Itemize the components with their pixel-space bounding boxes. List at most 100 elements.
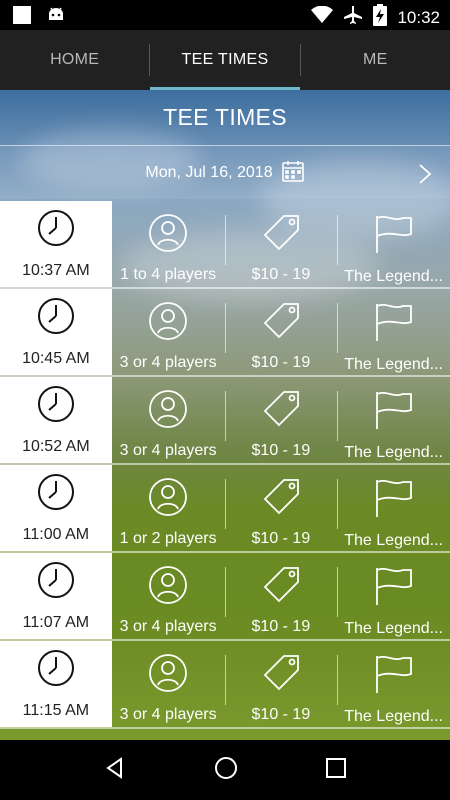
price-tag-icon (260, 653, 302, 698)
tee-times-screen: TEE TIMES Mon, Jul 16, 2018 10:37 AM 1 to… (0, 90, 450, 740)
tee-time-cell[interactable]: 11:07 AM (0, 553, 112, 639)
clock-icon (37, 385, 75, 428)
tab-me[interactable]: ME (301, 30, 450, 90)
price-tag-icon (260, 389, 302, 434)
clock-icon (37, 209, 75, 252)
tee-time-label: 10:37 AM (22, 261, 90, 279)
course-label: The Legend... (344, 444, 443, 461)
person-icon (148, 389, 188, 434)
selected-date[interactable]: Mon, Jul 16, 2018 (145, 164, 272, 182)
battery-charging-icon (373, 4, 388, 31)
price-label: $10 - 19 (251, 706, 311, 723)
flag-icon (373, 301, 415, 348)
course-label: The Legend... (344, 532, 443, 549)
tab-tee-times[interactable]: TEE TIMES (150, 30, 300, 90)
wifi-icon (311, 5, 334, 29)
players-label: 3 or 4 players (119, 618, 217, 635)
tee-time-row[interactable]: 11:07 AM 3 or 4 players $10 - 19 The Legend… (0, 553, 450, 641)
date-selector[interactable]: Mon, Jul 16, 2018 (0, 145, 450, 199)
status-bar: 10:32 (0, 0, 450, 30)
tee-time-cell[interactable]: 10:37 AM (0, 201, 112, 287)
course-cell[interactable]: The Legend... (337, 377, 450, 463)
tee-time-label: 11:00 AM (22, 525, 90, 543)
price-cell[interactable]: $10 - 19 (224, 377, 338, 463)
person-icon (148, 213, 188, 258)
course-cell[interactable]: The Legend... (337, 553, 450, 639)
course-cell[interactable]: The Legend... (337, 641, 450, 727)
flag-icon (373, 653, 415, 700)
person-icon (148, 301, 188, 346)
tab-bar: HOME TEE TIMES ME (0, 30, 450, 90)
course-cell[interactable]: The Legend... (337, 289, 450, 375)
clock-icon (37, 297, 75, 340)
flag-icon (373, 565, 415, 612)
players-cell[interactable]: 3 or 4 players (112, 289, 225, 375)
tee-time-cell[interactable]: 10:45 AM (0, 289, 112, 375)
price-tag-icon (260, 565, 302, 610)
person-icon (148, 653, 188, 698)
recents-icon[interactable] (325, 757, 347, 784)
person-icon (148, 565, 188, 610)
clock-icon (37, 649, 75, 692)
price-cell[interactable]: $10 - 19 (224, 201, 338, 287)
tee-time-cell[interactable]: 11:00 AM (0, 465, 112, 551)
clock-icon (37, 473, 75, 516)
course-label: The Legend... (344, 356, 443, 373)
calendar-icon[interactable] (281, 159, 305, 188)
players-cell[interactable]: 3 or 4 players (112, 377, 225, 463)
price-label: $10 - 19 (251, 354, 311, 371)
chevron-right-icon[interactable] (418, 163, 432, 190)
page-title: TEE TIMES (163, 104, 287, 130)
tee-time-row[interactable]: 10:52 AM 3 or 4 players $10 - 19 The Legend… (0, 377, 450, 465)
players-cell[interactable]: 3 or 4 players (112, 641, 225, 727)
course-label: The Legend... (344, 620, 443, 637)
course-label: The Legend... (344, 268, 443, 285)
price-cell[interactable]: $10 - 19 (224, 289, 338, 375)
tab-home[interactable]: HOME (0, 30, 149, 90)
players-label: 1 or 2 players (119, 530, 217, 547)
tee-time-row[interactable]: 11:00 AM 1 or 2 players $10 - 19 The Legend… (0, 465, 450, 553)
flag-icon (373, 477, 415, 524)
system-nav-bar (0, 740, 450, 800)
tee-time-cell[interactable]: 10:52 AM (0, 377, 112, 463)
course-cell[interactable]: The Legend... (337, 465, 450, 551)
android-icon (46, 5, 66, 30)
players-label: 3 or 4 players (119, 354, 217, 371)
clock-icon (37, 561, 75, 604)
course-label: The Legend... (344, 708, 443, 725)
price-tag-icon (260, 213, 302, 258)
price-tag-icon (260, 477, 302, 522)
price-tag-icon (260, 301, 302, 346)
price-cell[interactable]: $10 - 19 (224, 553, 338, 639)
tee-time-cell[interactable]: 11:15 AM (0, 641, 112, 727)
square-icon (12, 5, 32, 30)
tee-time-label: 11:15 AM (22, 701, 90, 719)
airplane-icon (343, 5, 363, 30)
person-icon (148, 477, 188, 522)
players-cell[interactable]: 1 or 2 players (112, 465, 225, 551)
players-label: 3 or 4 players (119, 706, 217, 723)
tee-time-label: 10:52 AM (22, 437, 90, 455)
players-label: 1 to 4 players (120, 266, 217, 283)
price-cell[interactable]: $10 - 19 (224, 641, 338, 727)
price-label: $10 - 19 (251, 618, 311, 635)
status-time: 10:32 (397, 7, 440, 27)
tee-time-row[interactable]: 11:15 AM 3 or 4 players $10 - 19 The Legend… (0, 641, 450, 729)
flag-icon (373, 389, 415, 436)
price-label: $10 - 19 (251, 442, 311, 459)
players-cell[interactable]: 1 to 4 players (112, 201, 225, 287)
course-cell[interactable]: The Legend... (337, 201, 450, 287)
players-label: 3 or 4 players (119, 442, 217, 459)
tee-time-label: 10:45 AM (22, 349, 90, 367)
tee-time-row[interactable]: 10:37 AM 1 to 4 players $10 - 19 The Legend… (0, 201, 450, 289)
tee-time-label: 11:07 AM (22, 613, 90, 631)
price-label: $10 - 19 (251, 266, 311, 283)
tee-time-row[interactable]: 10:45 AM 3 or 4 players $10 - 19 The Legend… (0, 289, 450, 377)
price-cell[interactable]: $10 - 19 (224, 465, 338, 551)
price-label: $10 - 19 (251, 530, 311, 547)
home-icon[interactable] (213, 755, 239, 786)
tee-time-list: 10:37 AM 1 to 4 players $10 - 19 The Legend… (0, 201, 450, 729)
back-icon[interactable] (103, 756, 127, 785)
flag-icon (373, 213, 415, 260)
players-cell[interactable]: 3 or 4 players (112, 553, 225, 639)
